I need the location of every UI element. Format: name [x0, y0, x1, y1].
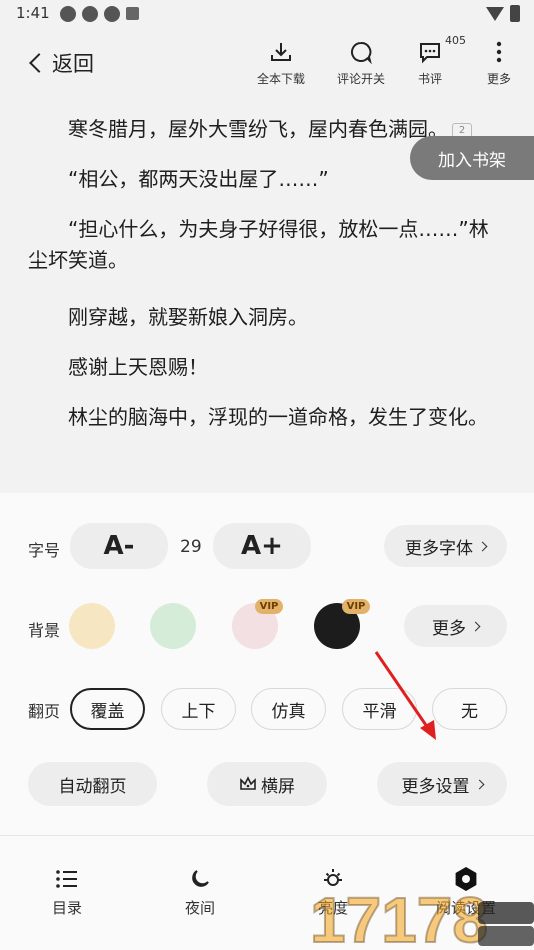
more-backgrounds-button[interactable]: 更多 — [404, 605, 507, 647]
turn-mode-scroll[interactable]: 上下 — [161, 688, 236, 730]
back-label: 返回 — [52, 52, 94, 76]
status-bar: 1:41 — [0, 0, 534, 28]
divider — [0, 835, 534, 836]
paragraph: 感谢上天恩赐！ — [68, 355, 208, 379]
nav-night-mode[interactable]: 夜间 — [155, 865, 245, 918]
paragraph: 林尘的脑海中，浮现的一道命格，发生了变化。 — [68, 405, 488, 429]
vip-badge: VIP — [255, 599, 283, 614]
book-review-button[interactable]: 405 书评 — [412, 34, 466, 87]
paragraph: 刚穿越，就娶新娘入洞房。 — [68, 305, 308, 329]
reader-header: 返回 全本下载 评论开关 405 书评 更多 — [0, 28, 534, 100]
more-settings-button[interactable]: 更多设置 — [377, 762, 507, 806]
turn-mode-cover[interactable]: 覆盖 — [70, 688, 145, 730]
more-button[interactable]: 更多 — [482, 38, 516, 87]
status-time: 1:41 — [16, 4, 50, 22]
notification-icon — [104, 6, 120, 22]
download-all-button[interactable]: 全本下载 — [252, 38, 310, 87]
background-label: 背景 — [28, 621, 61, 640]
vip-badge: VIP — [342, 599, 370, 614]
wifi-icon — [486, 6, 504, 21]
notification-icon — [60, 6, 76, 22]
font-size-label: 字号 — [28, 541, 61, 560]
notification-icon — [82, 6, 98, 22]
comment-toggle-button[interactable]: 评论开关 — [330, 38, 392, 87]
battery-icon — [510, 5, 520, 22]
font-decrease-button[interactable]: A- — [70, 523, 168, 569]
chevron-left-icon — [29, 53, 49, 73]
review-icon: 405 — [412, 34, 466, 66]
font-increase-button[interactable]: A+ — [213, 523, 311, 569]
more-fonts-button[interactable]: 更多字体 — [384, 525, 507, 567]
watermark-logo-icon: 17178 — [310, 883, 534, 950]
review-count: 405 — [445, 34, 466, 47]
nav-table-of-contents[interactable]: 目录 — [22, 865, 112, 918]
download-icon — [252, 38, 310, 66]
landscape-button[interactable]: 横屏 — [207, 762, 327, 806]
font-size-value: 29 — [180, 537, 202, 557]
background-swatch-cream[interactable] — [69, 603, 115, 649]
back-button[interactable]: 返回 — [26, 48, 94, 78]
list-icon — [22, 865, 112, 893]
svg-text:17178: 17178 — [310, 884, 488, 950]
background-swatch-green[interactable] — [150, 603, 196, 649]
app-notification-icon — [126, 7, 139, 20]
moon-icon — [155, 865, 245, 893]
chevron-right-icon — [474, 779, 484, 789]
chevron-right-icon — [470, 621, 481, 631]
add-to-shelf-button[interactable]: 加入书架 — [410, 136, 534, 180]
landscape-icon — [239, 776, 257, 792]
chevron-right-icon — [477, 541, 488, 551]
comment-toggle-icon — [330, 38, 392, 66]
paragraph: “担心什么，为夫身子好得很，放松一点……”林尘坏笑道。 — [28, 217, 489, 272]
annotation-arrow-icon — [374, 651, 436, 740]
turn-mode-simulate[interactable]: 仿真 — [251, 688, 326, 730]
notification-icons — [60, 6, 139, 22]
more-vertical-icon — [482, 38, 516, 66]
page-turn-label: 翻页 — [28, 702, 61, 721]
auto-turn-button[interactable]: 自动翻页 — [28, 762, 157, 806]
